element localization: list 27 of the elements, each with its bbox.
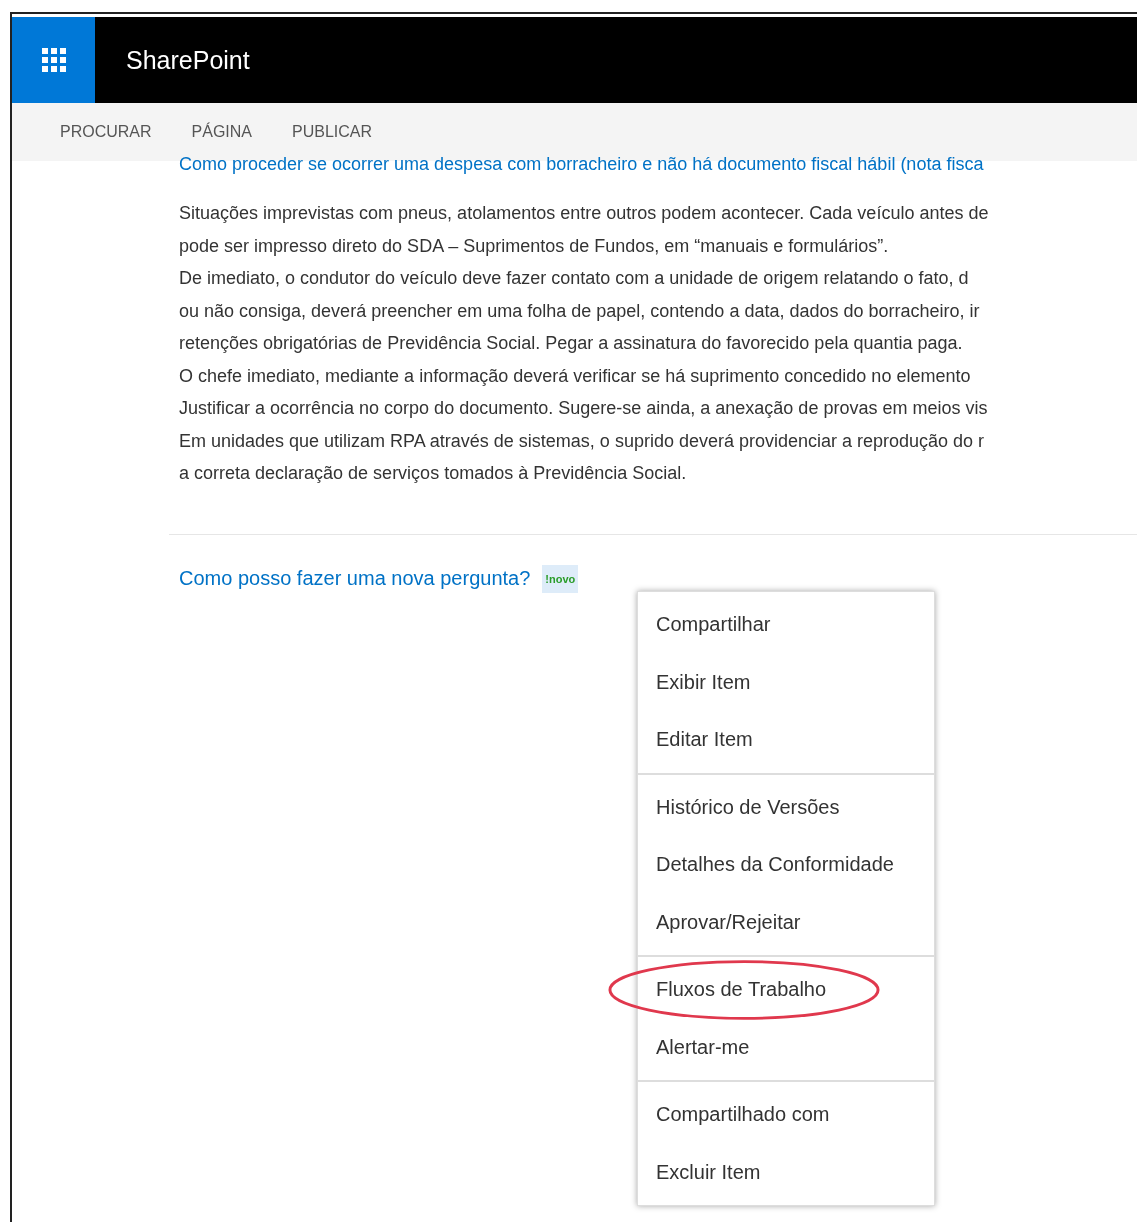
menu-item[interactable]: Editar Item [638,711,934,769]
article-text: Situações imprevistas com pneus, atolamentos entre outros podem acontecer. Cada veículo antes de [179,202,990,225]
ribbon-tab[interactable]: PÁGINA [191,123,253,141]
menu-item[interactable]: Compartilhar [638,596,934,654]
article-text: Em unidades que utilizam RPA através de sistemas, o suprido deverá providenciar a reprodução do r [179,429,986,453]
ribbon-tab[interactable]: PROCURAR [60,123,152,141]
menu-item[interactable]: Alertar-me [638,1018,934,1076]
menu-item[interactable]: Histórico de Versões [638,778,934,836]
ribbon-tab[interactable]: PUBLICAR [292,123,373,141]
article-text: ou não consiga, deverá preencher em uma folha de papel, contendo a data, dados do borracheiro, ir [179,299,981,323]
article-title[interactable]: Como proceder se ocorrer uma despesa com borracheiro e não há documento fiscal hábil (nota fisca [179,155,1137,175]
question-link[interactable]: Como posso fazer uma nova pergunta? [179,567,531,590]
grid-icon [39,46,68,74]
menu-item[interactable]: Detalhes da Conformidade [638,836,934,894]
app-title: SharePoint [126,45,250,75]
menu-item[interactable]: Fluxos de Trabalho [638,961,934,1019]
article-text: De imediato, o condutor do veículo deve fazer contato com a unidade de origem relatando o fato, d [179,267,970,290]
article-text: retenções obrigatórias de Previdência Social. Pegar a assinatura do favorecido pela quantia paga. [179,332,964,355]
app-launcher-button[interactable] [12,17,95,103]
article-text: pode ser impresso direto do SDA – Suprimentos de Fundos, em “manuais e formulários”. [179,234,890,258]
article-text: Justificar a ocorrência no corpo do documento. Sugere-se ainda, a anexação de provas em meios vis [179,397,989,420]
menu-item[interactable]: Excluir Item [638,1143,934,1201]
menu-item[interactable]: Aprovar/Rejeitar [638,893,934,951]
menu-item[interactable]: Exibir Item [638,653,934,711]
article-text: O chefe imediato, mediante a informação deverá verificar se há suprimento concedido no elemento [179,364,972,388]
article-text: a correta declaração de serviços tomados à Previdência Social. [179,462,688,485]
menu-item[interactable]: Compartilhado com [638,1086,934,1144]
